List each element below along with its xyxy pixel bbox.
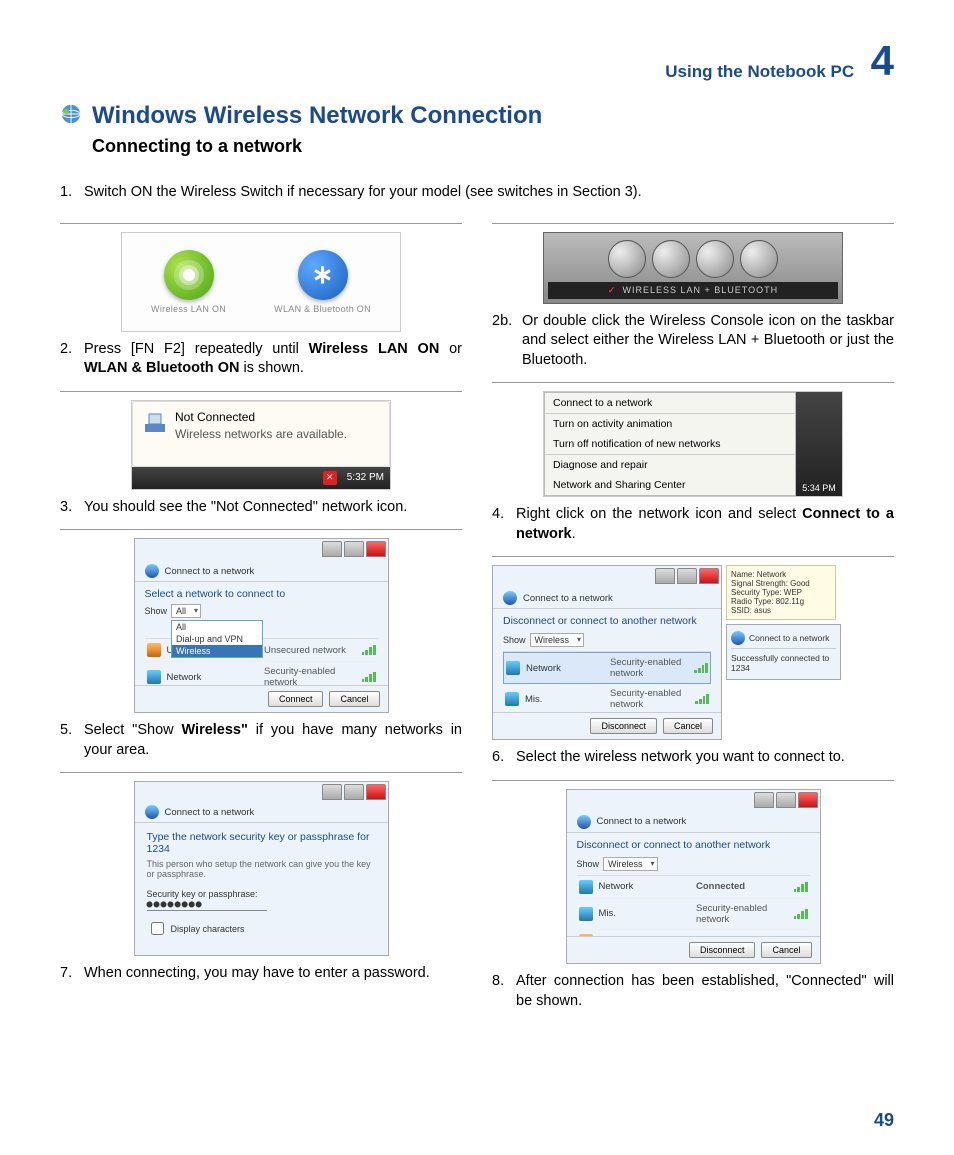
select-network-dialog: Connect to a network Select a network to… bbox=[134, 538, 389, 713]
network-row[interactable]: Network Security-enabled network bbox=[503, 652, 711, 684]
success-dialog: Connect to a network Successfully connec… bbox=[726, 624, 841, 680]
page-number: 49 bbox=[874, 1110, 894, 1131]
maximize-button[interactable] bbox=[677, 568, 697, 584]
tray-network-icon[interactable]: ✕ bbox=[323, 471, 337, 485]
network-row[interactable]: Network Security-enabled network bbox=[145, 662, 378, 685]
ctx-notification[interactable]: Turn off notification of new networks bbox=[545, 434, 795, 454]
section-subtitle: Connecting to a network bbox=[92, 136, 894, 157]
disconnect-button[interactable]: Disconnect bbox=[590, 718, 657, 734]
bluetooth-on-icon: ∗ bbox=[298, 250, 348, 300]
network-icon bbox=[143, 410, 167, 434]
chapter-number: 4 bbox=[871, 40, 894, 82]
security-key-dialog: Connect to a network Type the network se… bbox=[134, 781, 389, 956]
cancel-button[interactable]: Cancel bbox=[663, 718, 713, 734]
minimize-button[interactable] bbox=[322, 541, 342, 557]
signal-bars-icon bbox=[694, 663, 708, 673]
step-6: 6. Select the wireless network you want … bbox=[492, 748, 894, 768]
network-icon bbox=[147, 670, 161, 684]
back-icon[interactable] bbox=[145, 564, 159, 578]
connected-dialog: Connect to a network Disconnect or conne… bbox=[566, 789, 821, 964]
show-filter-select[interactable]: Wireless bbox=[530, 633, 585, 647]
network-icon bbox=[147, 643, 161, 657]
close-button[interactable] bbox=[699, 568, 719, 584]
back-icon bbox=[731, 631, 745, 645]
step-5: 5. Select "Show Wireless" if you have ma… bbox=[60, 721, 462, 760]
minimize-button[interactable] bbox=[655, 568, 675, 584]
back-icon[interactable] bbox=[145, 805, 159, 819]
password-input[interactable]: ●●●●●●●● bbox=[147, 899, 267, 911]
tooltip-title: Not Connected bbox=[175, 410, 347, 424]
close-button[interactable] bbox=[798, 792, 818, 808]
tray-clock: 5:32 PM bbox=[347, 472, 384, 483]
show-filter-select[interactable]: Wireless bbox=[603, 857, 658, 871]
header-title: Using the Notebook PC bbox=[665, 62, 854, 82]
back-icon[interactable] bbox=[503, 591, 517, 605]
back-icon[interactable] bbox=[577, 815, 591, 829]
disconnect-button[interactable]: Disconnect bbox=[689, 942, 756, 958]
network-icon bbox=[579, 880, 593, 894]
cancel-button[interactable]: Cancel bbox=[329, 691, 379, 707]
step-3: 3. You should see the "Not Connected" ne… bbox=[60, 498, 462, 518]
signal-bars-icon bbox=[362, 672, 376, 682]
network-icon bbox=[579, 907, 593, 921]
section-title: Windows Wireless Network Connection bbox=[92, 102, 542, 130]
network-row[interactable]: Mis. Security-enabled network bbox=[503, 684, 711, 712]
step-8: 8. After connection has been established… bbox=[492, 972, 894, 1011]
osd-indicator-image: Wireless LAN ON ∗ WLAN & Bluetooth ON bbox=[121, 232, 401, 332]
step-4: 4. Right click on the network icon and s… bbox=[492, 505, 894, 544]
console-off-button[interactable] bbox=[740, 240, 778, 278]
ctx-diagnose[interactable]: Diagnose and repair bbox=[545, 454, 795, 475]
signal-bars-icon bbox=[362, 645, 376, 655]
step-2b: 2b. Or double click the Wireless Console… bbox=[492, 312, 894, 371]
ctx-animation[interactable]: Turn on activity animation bbox=[545, 413, 795, 434]
close-button[interactable] bbox=[366, 784, 386, 800]
signal-bars-icon bbox=[695, 694, 709, 704]
tooltip-body: Wireless networks are available. bbox=[175, 427, 347, 441]
cancel-button[interactable]: Cancel bbox=[761, 942, 811, 958]
display-chars-checkbox[interactable] bbox=[151, 922, 164, 935]
network-row[interactable]: Network Connected bbox=[577, 876, 810, 899]
maximize-button[interactable] bbox=[344, 784, 364, 800]
step-2: 2. Press [FN F2] repeatedly until Wirele… bbox=[60, 340, 462, 379]
tray-clock: 5:34 PM bbox=[802, 483, 836, 493]
signal-bars-icon bbox=[794, 909, 808, 919]
wifi-on-icon bbox=[164, 250, 214, 300]
show-filter-select[interactable]: All bbox=[171, 604, 201, 618]
console-wifi-bt-button[interactable] bbox=[608, 240, 646, 278]
not-connected-screenshot: Not Connected Wireless networks are avai… bbox=[131, 400, 391, 490]
step-1: 1. Switch ON the Wireless Switch if nece… bbox=[60, 183, 894, 203]
console-bluetooth-button[interactable] bbox=[696, 240, 734, 278]
globe-icon bbox=[60, 103, 82, 130]
network-icon bbox=[505, 692, 519, 706]
maximize-button[interactable] bbox=[344, 541, 364, 557]
ctx-connect[interactable]: Connect to a network bbox=[545, 393, 795, 413]
step-7: 7. When connecting, you may have to ente… bbox=[60, 964, 462, 984]
connect-button[interactable]: Connect bbox=[268, 691, 324, 707]
minimize-button[interactable] bbox=[322, 784, 342, 800]
network-context-menu-screenshot: Connect to a network Turn on activity an… bbox=[543, 391, 843, 497]
network-row[interactable]: Mis. Security-enabled network bbox=[577, 899, 810, 930]
network-icon bbox=[506, 661, 520, 675]
select-network-dialog: Connect to a network Disconnect or conne… bbox=[492, 565, 722, 740]
page-header: Using the Notebook PC 4 bbox=[60, 40, 894, 82]
network-tooltip: Name: Network Signal Strength: Good Secu… bbox=[726, 565, 836, 620]
wireless-console-image: WIRELESS LAN + BLUETOOTH bbox=[543, 232, 843, 304]
maximize-button[interactable] bbox=[776, 792, 796, 808]
close-button[interactable] bbox=[366, 541, 386, 557]
ctx-sharing-center[interactable]: Network and Sharing Center bbox=[545, 475, 795, 495]
minimize-button[interactable] bbox=[754, 792, 774, 808]
filter-dropdown: All Dial-up and VPN Wireless bbox=[171, 620, 263, 658]
console-wifi-button[interactable] bbox=[652, 240, 690, 278]
signal-bars-icon bbox=[794, 882, 808, 892]
